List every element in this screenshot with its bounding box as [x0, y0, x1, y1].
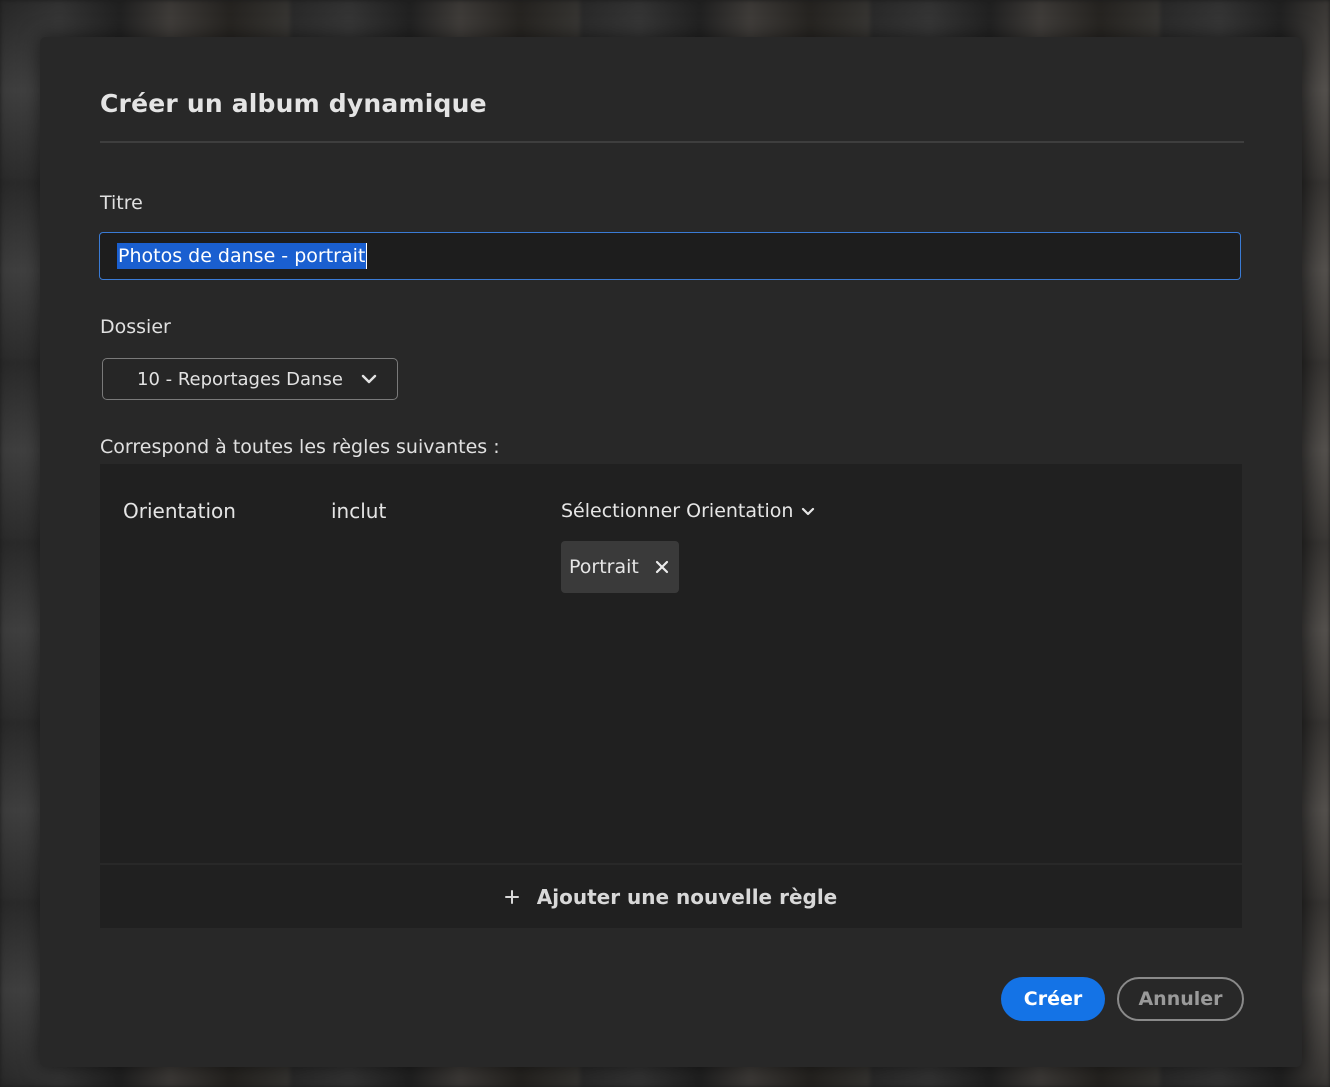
plus-icon — [504, 889, 519, 904]
folder-label: Dossier — [100, 316, 171, 338]
orientation-dropdown-label: Sélectionner Orientation — [561, 500, 794, 522]
chevron-down-icon — [801, 507, 815, 516]
create-dynamic-album-dialog: Créer un album dynamique Titre Photos de… — [40, 37, 1302, 1067]
folder-dropdown-value: 10 - Reportages Danse — [137, 368, 343, 390]
title-label: Titre — [100, 192, 143, 214]
rule-operator[interactable]: inclut — [331, 499, 386, 523]
title-input[interactable]: Photos de danse - portrait — [99, 232, 1241, 280]
rules-panel: Orientation inclut Sélectionner Orientat… — [100, 464, 1242, 928]
rules-header: Correspond à toutes les règles suivantes… — [100, 436, 500, 458]
create-button[interactable]: Créer — [1001, 977, 1105, 1021]
folder-dropdown[interactable]: 10 - Reportages Danse — [102, 358, 398, 400]
dialog-title: Créer un album dynamique — [100, 89, 487, 118]
add-rule-label: Ajouter une nouvelle règle — [536, 884, 838, 909]
title-divider — [100, 141, 1244, 143]
chevron-down-icon — [361, 374, 377, 384]
add-rule-button[interactable]: Ajouter une nouvelle règle — [100, 865, 1242, 928]
rule-row: Orientation inclut Sélectionner Orientat… — [100, 464, 1242, 863]
orientation-value-dropdown[interactable]: Sélectionner Orientation — [561, 500, 815, 522]
rule-attribute[interactable]: Orientation — [123, 499, 236, 523]
cancel-button[interactable]: Annuler — [1117, 977, 1244, 1021]
tag-portrait: Portrait — [561, 541, 679, 593]
title-input-value: Photos de danse - portrait — [117, 243, 367, 269]
tag-label: Portrait — [569, 556, 639, 578]
text-caret — [366, 243, 368, 269]
close-icon[interactable] — [655, 560, 669, 574]
